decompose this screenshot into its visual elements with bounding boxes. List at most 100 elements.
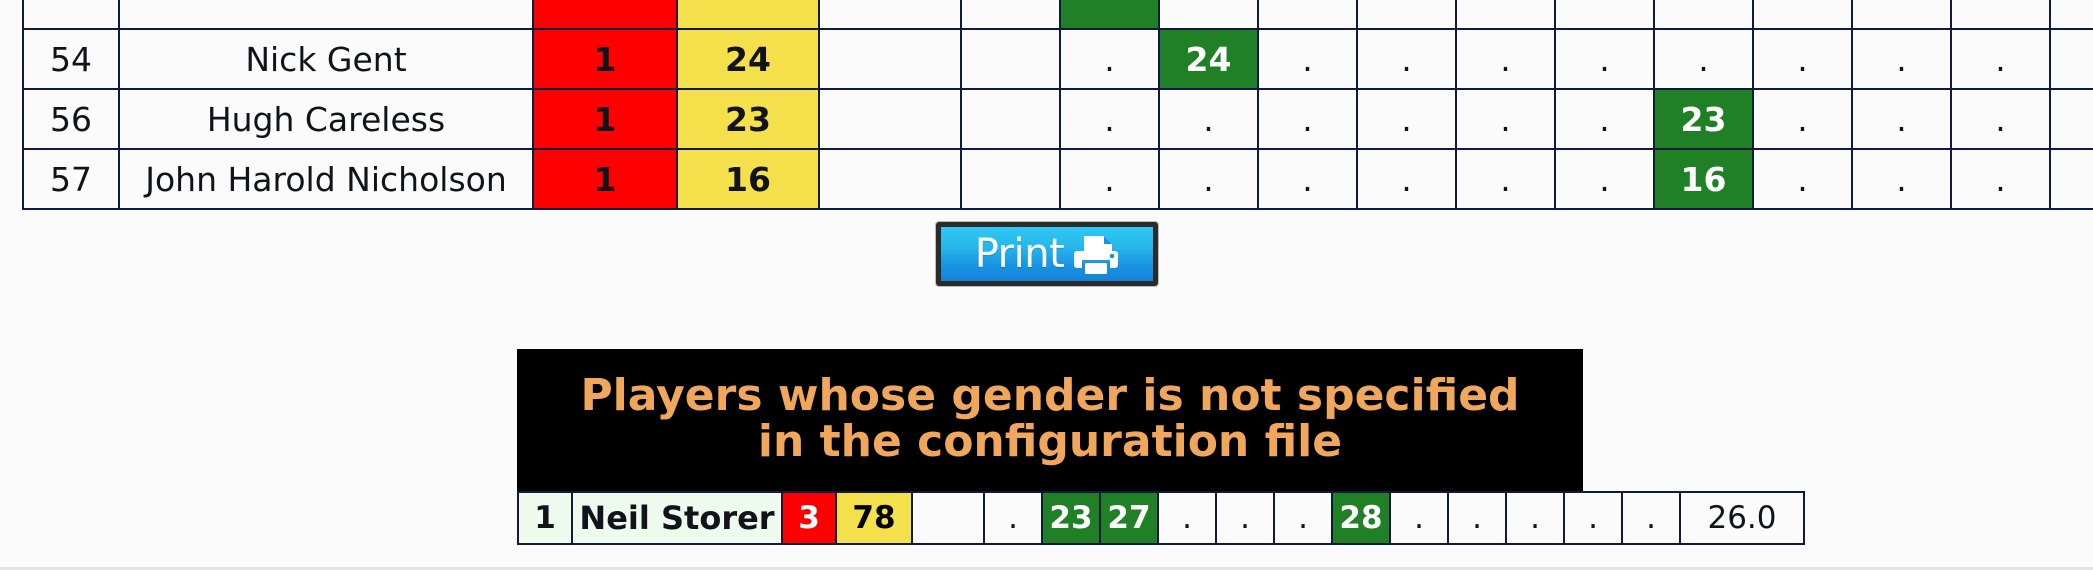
table-row[interactable]: 57 John Harold Nicholson 1 16 . . . . . … — [22, 148, 2093, 210]
cell-round-score — [1950, 0, 2051, 30]
main-results-table-container: 54 Nick Gent 1 24 . 24 . . . . . . . . 5… — [22, 0, 2093, 210]
cell-spacer — [818, 88, 962, 150]
cell-round-score: . — [1215, 491, 1275, 546]
print-button[interactable]: Print — [935, 222, 1158, 286]
cell-round-score: . — [1752, 148, 1853, 210]
cell-round-score: . — [1950, 28, 2051, 90]
cell-round-score — [1851, 0, 1952, 30]
cell-round-score: 27 — [1099, 491, 1159, 546]
cell-round-score: . — [1059, 148, 1160, 210]
cell-spacer — [818, 0, 962, 30]
cell-rank: 1 — [517, 491, 573, 546]
cell-round-score: . — [1356, 88, 1457, 150]
cell-round-score: . — [1621, 491, 1681, 546]
cell-round-score: . — [1851, 148, 1952, 210]
cell-round-score: . — [1389, 491, 1449, 546]
cell-round-score: . — [1158, 148, 1259, 210]
cell-round-score: 28 — [1331, 491, 1391, 546]
cell-round-score: . — [2049, 88, 2093, 150]
cell-round-score: . — [1257, 88, 1358, 150]
cell-games-played: 1 — [532, 88, 678, 150]
cell-total-score: 24 — [676, 28, 820, 90]
cell-round-score: . — [1455, 88, 1556, 150]
cell-round-score: . — [2049, 148, 2093, 210]
cell-round-score — [1554, 0, 1655, 30]
print-button-label: Print — [974, 231, 1065, 277]
cell-player-name: Nick Gent — [118, 28, 534, 90]
cell-player-name — [118, 0, 534, 30]
cell-games-played: 3 — [781, 491, 837, 546]
cell-spacer — [818, 28, 962, 90]
cell-round-score: . — [1554, 88, 1655, 150]
cell-round-score: . — [1157, 491, 1217, 546]
cell-average: 26.0 — [1679, 491, 1805, 546]
cell-games-played — [532, 0, 678, 30]
unspecified-gender-section: Players whose gender is not specified in… — [517, 349, 1805, 546]
cell-total-score: 16 — [676, 148, 820, 210]
cell-round-score: . — [1554, 28, 1655, 90]
main-results-table-body: 54 Nick Gent 1 24 . 24 . . . . . . . . 5… — [22, 0, 2093, 210]
cell-round-score: 23 — [1041, 491, 1101, 546]
cell-round-score: . — [1563, 491, 1623, 546]
cell-rank: 54 — [22, 28, 120, 90]
cell-round-score — [960, 0, 1061, 30]
cell-player-name: Hugh Careless — [118, 88, 534, 150]
cell-round-score — [1356, 0, 1457, 30]
cell-round-score — [1257, 0, 1358, 30]
cell-round-score: . — [1455, 148, 1556, 210]
table-row[interactable]: 54 Nick Gent 1 24 . 24 . . . . . . . . — [22, 28, 2093, 90]
cell-round-score: . — [1273, 491, 1333, 546]
cell-round-score: . — [1950, 148, 2051, 210]
cell-round-score: . — [983, 491, 1043, 546]
cell-round-score: . — [1257, 28, 1358, 90]
unspecified-gender-banner: Players whose gender is not specified in… — [517, 349, 1583, 492]
table-row[interactable]: 1 Neil Storer 3 78 . 23 27 . . . 28 . . … — [517, 491, 1805, 546]
cell-round-score: . — [1257, 148, 1358, 210]
page-root: 54 Nick Gent 1 24 . 24 . . . . . . . . 5… — [0, 0, 2093, 570]
cell-round-score — [1455, 0, 1556, 30]
cell-total-score — [676, 0, 820, 30]
cell-round-score: 16 — [1653, 148, 1754, 210]
cell-round-score: . — [1554, 148, 1655, 210]
cell-round-score: . — [1950, 88, 2051, 150]
cell-round-score: . — [1851, 88, 1952, 150]
cell-round-score: . — [1851, 28, 1952, 90]
cell-round-score: . — [2049, 28, 2093, 90]
table-row[interactable]: 56 Hugh Careless 1 23 . . . . . . 23 . .… — [22, 88, 2093, 150]
cell-round-score: . — [1158, 88, 1259, 150]
cell-round-score: . — [1505, 491, 1565, 546]
cell-spacer — [911, 491, 985, 546]
cell-total-score: 78 — [835, 491, 913, 546]
cell-player-name: Neil Storer — [571, 491, 783, 546]
cell-player-name: John Harold Nicholson — [118, 148, 534, 210]
cell-round-score: 24 — [1158, 28, 1259, 90]
cell-games-played: 1 — [532, 28, 678, 90]
banner-line-2: in the configuration file — [757, 416, 1343, 468]
cell-round-score: . — [1752, 28, 1853, 90]
cell-round-score: . — [1356, 148, 1457, 210]
cell-round-score: . — [1356, 28, 1457, 90]
banner-line-1: Players whose gender is not specified — [580, 370, 1520, 421]
cell-round-score: . — [1447, 491, 1507, 546]
cell-round-score: . — [1653, 28, 1754, 90]
cell-round-score — [960, 88, 1061, 150]
cell-round-score — [1158, 0, 1259, 30]
cell-round-score: . — [1059, 28, 1160, 90]
cell-round-score — [1059, 0, 1160, 30]
cell-round-score: . — [1059, 88, 1160, 150]
cell-round-score: 23 — [1653, 88, 1754, 150]
cell-spacer — [818, 148, 962, 210]
cell-rank: 57 — [22, 148, 120, 210]
cell-round-score — [2049, 0, 2093, 30]
table-row[interactable] — [22, 0, 2093, 30]
main-results-table: 54 Nick Gent 1 24 . 24 . . . . . . . . 5… — [22, 0, 2093, 210]
cell-round-score: . — [1455, 28, 1556, 90]
cell-round-score — [1752, 0, 1853, 30]
print-button-row: Print — [0, 222, 2093, 286]
cell-rank — [22, 0, 120, 30]
cell-round-score — [960, 148, 1061, 210]
cell-round-score: . — [1752, 88, 1853, 150]
cell-games-played: 1 — [532, 148, 678, 210]
unspecified-gender-table-body: 1 Neil Storer 3 78 . 23 27 . . . 28 . . … — [517, 491, 1805, 546]
cell-total-score: 23 — [676, 88, 820, 150]
